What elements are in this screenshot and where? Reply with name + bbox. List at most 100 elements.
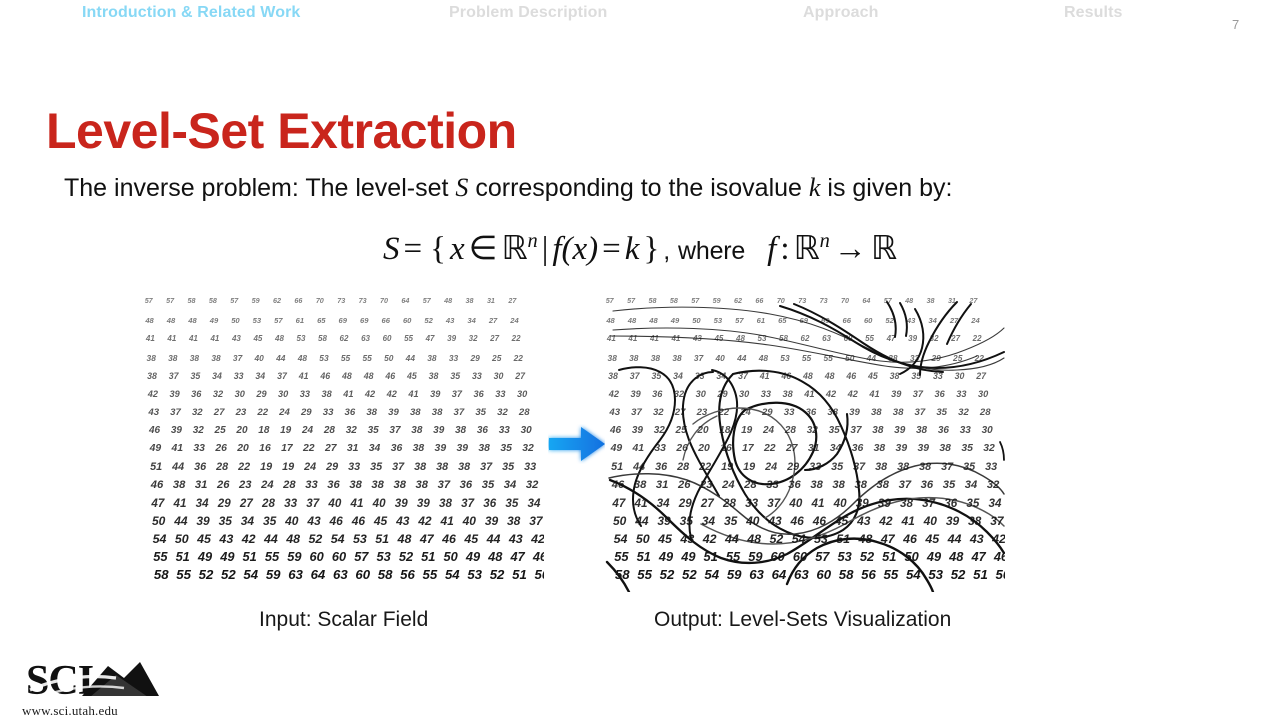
scalar-field-value: 63 — [749, 567, 764, 582]
scalar-field-value: 48 — [488, 549, 503, 565]
scalar-field-value: 33 — [233, 371, 244, 382]
scalar-field-value: 38 — [427, 352, 437, 363]
scalar-field-value: 35 — [911, 371, 922, 382]
scalar-field-value: 52 — [198, 567, 214, 582]
scalar-field-row: 47 41 34 29 27 28 33 37 40 41 40 39 39 38 37 36 35 34 — [608, 497, 1005, 510]
scalar-field-value: 45 — [373, 514, 388, 529]
scalar-field-value: 57 — [144, 296, 153, 305]
scalar-field-value: 49 — [220, 549, 235, 565]
scalar-field-value: 38 — [876, 478, 889, 491]
scalar-field-value: 61 — [756, 315, 766, 325]
scalar-field-value: 51 — [636, 549, 651, 565]
scalar-field-value: 43 — [307, 514, 321, 529]
scalar-field-value: 44 — [737, 352, 747, 363]
scalar-field-value: 41 — [901, 514, 915, 529]
scalar-field-value: 18 — [719, 425, 731, 437]
scalar-field-value: 37 — [922, 496, 936, 510]
scalar-field-value: 39 — [945, 514, 960, 529]
scalar-field-value: 38 — [465, 296, 474, 305]
scalar-field-value: 46 — [148, 425, 161, 437]
scalar-field-value: 30 — [493, 371, 504, 382]
scalar-field-value: 45 — [834, 514, 849, 529]
nav-item-results[interactable]: Results — [1064, 4, 1123, 22]
scalar-field-value: 24 — [765, 461, 778, 474]
scalar-field-value: 30 — [234, 389, 245, 400]
scalar-field-value: 37 — [898, 478, 912, 491]
scalar-field-value: 46 — [609, 425, 622, 437]
scalar-field-value: 51 — [242, 549, 257, 565]
scalar-field-value: 44 — [866, 352, 876, 363]
scalar-field-value: 30 — [516, 389, 528, 400]
lead-sentence: The inverse problem: The level-set S cor… — [64, 173, 952, 203]
scalar-field-value: 39 — [855, 496, 869, 510]
scalar-field-value: 58 — [669, 296, 678, 305]
nav-item-problem-description[interactable]: Problem Description — [449, 4, 607, 22]
scalar-field-value: 53 — [353, 531, 367, 546]
scalar-field-value: 48 — [736, 334, 745, 344]
scalar-field-value: 40 — [372, 496, 386, 510]
scalar-field-value: 38 — [458, 461, 471, 474]
scalar-field-value: 36 — [944, 496, 958, 510]
scalar-field-value: 39 — [456, 443, 469, 455]
scalar-field-value: 54 — [905, 567, 921, 582]
scalar-field-row: 55 51 49 49 51 55 59 60 60 57 53 52 51 50 49 48 47 46 — [149, 549, 544, 564]
scalar-field-value: 64 — [771, 567, 787, 582]
scalar-field-value: 37 — [912, 389, 924, 400]
scalar-field-value: 42 — [992, 531, 1005, 546]
scalar-field-value: 38 — [436, 461, 449, 474]
scalar-field-value: 62 — [800, 334, 810, 344]
scalar-field-value: 29 — [256, 389, 267, 400]
page-title: Level-Set Extraction — [46, 102, 517, 159]
scalar-field-value: 49 — [149, 443, 162, 455]
scalar-field-value: 35 — [831, 461, 844, 474]
scalar-field-value: 47 — [510, 549, 525, 565]
scalar-field-value: 26 — [676, 443, 688, 455]
scalar-field-value: 63 — [361, 334, 370, 344]
scalar-field-value: 51 — [375, 531, 390, 546]
scalar-field-value: 31 — [194, 478, 208, 491]
lead-sentence-suffix: is given by: — [820, 174, 953, 202]
scalar-field-row: 46 38 31 26 23 24 28 33 36 38 38 38 38 37 36 35 34 32 — [607, 479, 1005, 491]
scalar-field-value: 30 — [520, 425, 532, 437]
scalar-field-value: 39 — [394, 496, 408, 510]
scalar-field-value: 45 — [464, 531, 479, 546]
scalar-field-value: 52 — [221, 567, 236, 582]
scalar-field-value: 48 — [649, 315, 658, 325]
scalar-field-value: 33 — [985, 461, 998, 474]
scalar-field-value: 32 — [468, 334, 478, 344]
scalar-field-value: 59 — [712, 296, 721, 305]
formula-exponent-2: n — [819, 230, 830, 252]
scalar-field-value: 37 — [453, 407, 465, 419]
scalar-field-value: 35 — [502, 461, 515, 474]
scalar-field-value: 38 — [409, 407, 421, 419]
scalar-field-value: 23 — [700, 478, 713, 491]
scalar-field-value: 60 — [331, 549, 347, 565]
scalar-field-value: 32 — [652, 407, 664, 419]
scalar-field-value: 33 — [193, 443, 205, 455]
scalar-field-row: 42 39 36 32 30 29 30 33 38 41 42 42 41 39 37 36 33 30 — [144, 389, 542, 399]
scalar-field-value: 39 — [170, 425, 182, 437]
scalar-field-value: 51 — [175, 549, 190, 565]
scalar-field-value: 38 — [455, 425, 467, 437]
scalar-field-value: 33 — [654, 443, 666, 455]
scalar-field-value: 32 — [497, 407, 508, 419]
nav-item-approach[interactable]: Approach — [803, 4, 878, 22]
scalar-field-value: 48 — [342, 371, 352, 382]
scalar-field-value: 32 — [806, 425, 818, 437]
scalar-field-value: 32 — [212, 389, 224, 400]
scalar-field-value: 51 — [882, 549, 897, 565]
scalar-field-value: 41 — [804, 389, 815, 400]
scalar-field-value: 39 — [894, 425, 906, 437]
scalar-field-value: 46 — [790, 514, 804, 529]
scalar-field-value: 39 — [849, 407, 860, 419]
scalar-field-value: 46 — [781, 371, 792, 382]
scalar-field-value: 39 — [657, 514, 671, 529]
scalar-field-value: 39 — [908, 334, 918, 344]
scalar-field-value: 27 — [488, 315, 498, 325]
scalar-field-value: 38 — [897, 461, 910, 474]
scalar-field-row: 58 55 52 52 54 59 63 64 63 60 58 56 55 54 53 52 51 50 — [611, 567, 1005, 582]
nav-item-introduction-related-work[interactable]: Introduction & Related Work — [82, 4, 300, 22]
scalar-field-value: 58 — [187, 296, 196, 305]
scalar-field-value: 39 — [434, 443, 447, 455]
scalar-field-value: 36 — [851, 443, 864, 455]
